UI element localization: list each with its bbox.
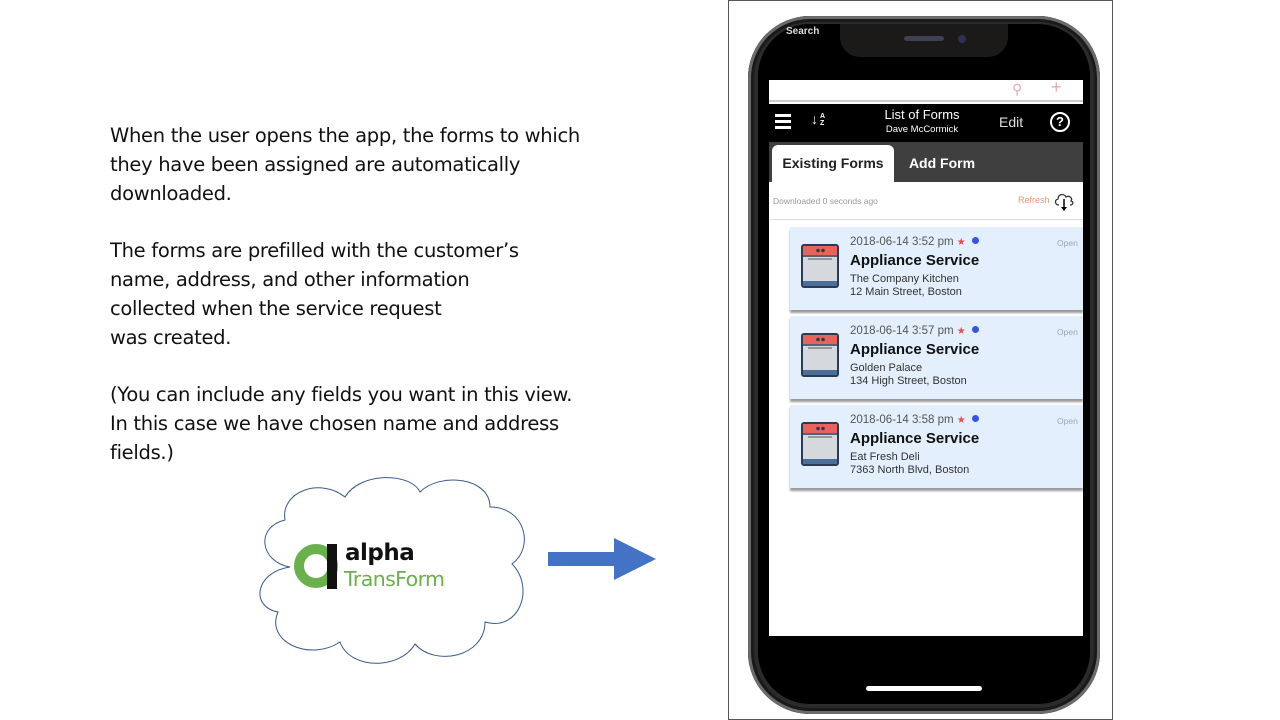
unsynced-dot-icon bbox=[971, 326, 979, 333]
form-status: Open bbox=[1057, 416, 1078, 426]
customer-name: The Company Kitchen bbox=[850, 273, 959, 285]
oven-icon bbox=[801, 333, 839, 377]
edit-button[interactable]: Edit bbox=[999, 114, 1023, 130]
alpha-transform-logo: alpha TransForm bbox=[294, 540, 474, 593]
required-star-icon: ★ bbox=[956, 415, 966, 426]
paragraph-fields-note: (You can include any fields you want in … bbox=[110, 383, 573, 464]
form-datetime: 2018-06-14 3:57 pm bbox=[850, 325, 954, 337]
tab-add-form[interactable]: Add Form bbox=[897, 145, 987, 182]
home-indicator[interactable] bbox=[866, 686, 982, 691]
user-name: Dave McCormick bbox=[885, 124, 959, 135]
form-list-item[interactable]: 2018-06-14 3:52 pm ★ Open Appliance Serv… bbox=[790, 227, 1083, 310]
paragraph-intro: When the user opens the app, the forms t… bbox=[110, 124, 580, 205]
form-status: Open bbox=[1057, 238, 1078, 248]
form-datetime: 2018-06-14 3:58 pm bbox=[850, 414, 954, 426]
customer-name: Golden Palace bbox=[850, 362, 923, 374]
app-header: ↓ A Z List of Forms Dave McCormick Edit … bbox=[769, 104, 1083, 142]
logo-bar-icon bbox=[327, 544, 337, 589]
speaker-icon bbox=[904, 36, 944, 41]
paragraph-prefill: The forms are prefilled with the custome… bbox=[110, 239, 519, 349]
form-list-item[interactable]: 2018-06-14 3:58 pm ★ Open Appliance Serv… bbox=[790, 405, 1083, 488]
page-title: List of Forms bbox=[884, 107, 960, 122]
oven-icon bbox=[801, 244, 839, 288]
form-list-item[interactable]: 2018-06-14 3:57 pm ★ Open Appliance Serv… bbox=[790, 316, 1083, 399]
required-star-icon: ★ bbox=[956, 237, 966, 248]
camera-icon bbox=[958, 35, 966, 43]
help-icon[interactable]: ? bbox=[1050, 112, 1070, 132]
search-icon[interactable]: ⚲ bbox=[1012, 81, 1022, 98]
tab-bar: Existing Forms Add Form bbox=[769, 142, 1083, 182]
tab-existing-forms[interactable]: Existing Forms bbox=[772, 145, 894, 182]
download-status-bar: Downloaded 0 seconds ago Refresh bbox=[769, 182, 1083, 220]
search-strip: ⚲ + bbox=[769, 80, 1083, 102]
form-title: Appliance Service bbox=[850, 430, 980, 447]
logo-word-alpha: alpha bbox=[345, 540, 415, 566]
unsynced-dot-icon bbox=[971, 415, 979, 422]
form-title: Appliance Service bbox=[850, 341, 980, 358]
customer-name: Eat Fresh Deli bbox=[850, 451, 920, 463]
customer-address: 134 High Street, Boston bbox=[850, 375, 967, 387]
hamburger-icon[interactable] bbox=[775, 114, 791, 129]
required-star-icon: ★ bbox=[956, 326, 966, 337]
right-arrow-icon bbox=[548, 538, 656, 580]
form-status: Open bbox=[1057, 327, 1078, 337]
status-bar-text: Search bbox=[786, 26, 820, 37]
slide-description: When the user opens the app, the forms t… bbox=[110, 122, 610, 496]
form-title: Appliance Service bbox=[850, 252, 980, 269]
sort-letters: A Z bbox=[820, 113, 826, 127]
sort-az-icon[interactable]: ↓ A Z bbox=[811, 111, 825, 127]
plus-icon[interactable]: + bbox=[1051, 80, 1062, 98]
logo-word-transform: TransForm bbox=[344, 567, 445, 591]
unsynced-dot-icon bbox=[971, 237, 979, 244]
cloud-download-icon[interactable] bbox=[1053, 190, 1075, 212]
oven-icon bbox=[801, 422, 839, 466]
app-screen: ⚲ + ↓ A Z List of Forms Dave McCormick E… bbox=[769, 80, 1083, 636]
download-status: Downloaded 0 seconds ago bbox=[773, 196, 878, 206]
sort-arrow: ↓ bbox=[811, 111, 818, 127]
customer-address: 12 Main Street, Boston bbox=[850, 286, 962, 298]
form-datetime: 2018-06-14 3:52 pm bbox=[850, 236, 954, 248]
customer-address: 7363 North Blvd, Boston bbox=[850, 464, 970, 476]
refresh-button[interactable]: Refresh bbox=[1018, 195, 1050, 205]
